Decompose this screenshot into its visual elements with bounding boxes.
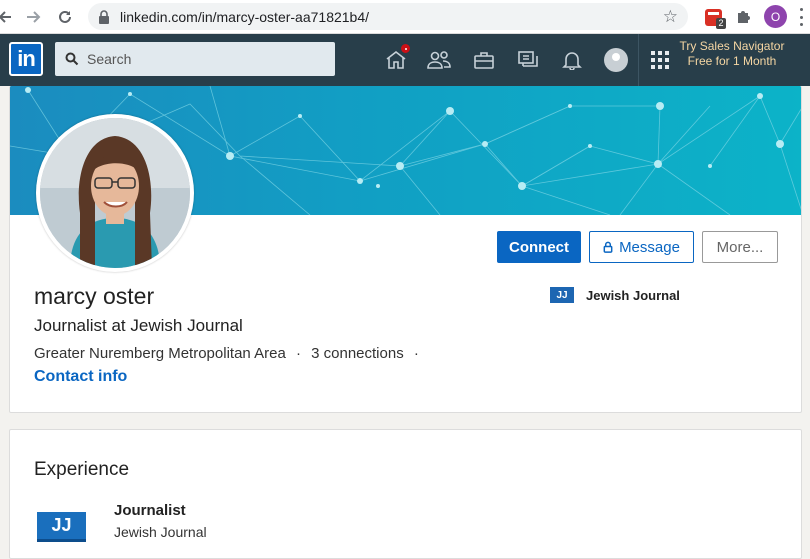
experience-heading: Experience <box>34 459 130 480</box>
profile-connections[interactable]: 3 connections <box>311 345 404 362</box>
linkedin-navbar: in Try Sales Navigator Free for 1 Month <box>0 34 810 86</box>
company-logo: JJ <box>550 287 574 303</box>
my-network-icon[interactable] <box>426 47 452 73</box>
profile-card: Connect Message More... marcy oster Jour… <box>9 86 802 413</box>
browser-menu-icon[interactable] <box>798 8 804 26</box>
profile-name: marcy oster <box>34 283 155 309</box>
more-button[interactable]: More... <box>702 231 778 263</box>
search-box[interactable] <box>55 42 335 76</box>
contact-info-link[interactable]: Contact info <box>34 368 127 386</box>
home-icon[interactable] <box>383 43 411 73</box>
back-arrow-icon[interactable] <box>0 6 16 28</box>
profile-location: Greater Nuremberg Metropolitan Area <box>34 345 286 362</box>
browser-profile-avatar[interactable]: O <box>764 5 787 28</box>
linkedin-logo[interactable]: in <box>9 42 43 76</box>
address-bar[interactable]: linkedin.com/in/marcy-oster-aa71821b4/ ☆ <box>88 3 688 30</box>
extensions-puzzle-icon[interactable] <box>732 6 754 28</box>
message-button[interactable]: Message <box>589 231 694 263</box>
nav-divider <box>638 34 639 86</box>
reload-icon[interactable] <box>54 6 76 28</box>
jobs-icon[interactable] <box>471 47 497 73</box>
experience-company-name: Jewish Journal <box>114 524 207 540</box>
messaging-icon[interactable] <box>515 47 541 73</box>
browser-toolbar: linkedin.com/in/marcy-oster-aa71821b4/ ☆… <box>0 0 810 34</box>
experience-company-logo[interactable]: JJ <box>37 512 86 542</box>
company-name: Jewish Journal <box>586 287 680 303</box>
search-icon <box>65 52 79 66</box>
me-avatar[interactable] <box>604 48 628 72</box>
forward-arrow-icon[interactable] <box>22 6 44 28</box>
profile-headline: Journalist at Jewish Journal <box>34 316 243 335</box>
extension-icon[interactable]: 2 <box>702 6 726 29</box>
lock-icon <box>99 9 109 24</box>
work-grid-icon[interactable] <box>651 51 669 69</box>
profile-photo[interactable] <box>36 114 194 272</box>
lock-icon <box>603 241 613 253</box>
profile-photo-image <box>40 118 190 268</box>
current-company-link[interactable]: JJ Jewish Journal <box>550 287 680 303</box>
experience-card: Experience JJ Journalist Jewish Journal <box>9 429 802 559</box>
bookmark-star-icon[interactable]: ☆ <box>663 7 678 27</box>
connect-button[interactable]: Connect <box>497 231 581 263</box>
search-input[interactable] <box>87 51 317 67</box>
experience-job-title: Journalist <box>114 502 186 519</box>
notifications-icon[interactable] <box>559 47 585 73</box>
meta-separator-trailing: · <box>413 345 419 362</box>
notification-dot <box>400 43 411 54</box>
sales-navigator-promo[interactable]: Try Sales Navigator Free for 1 Month <box>678 39 786 69</box>
profile-meta: Greater Nuremberg Metropolitan Area · 3 … <box>34 345 425 362</box>
extension-badge: 2 <box>716 17 726 29</box>
meta-separator: · <box>295 345 301 362</box>
message-button-label: Message <box>619 238 680 256</box>
url-text: linkedin.com/in/marcy-oster-aa71821b4/ <box>120 8 370 25</box>
